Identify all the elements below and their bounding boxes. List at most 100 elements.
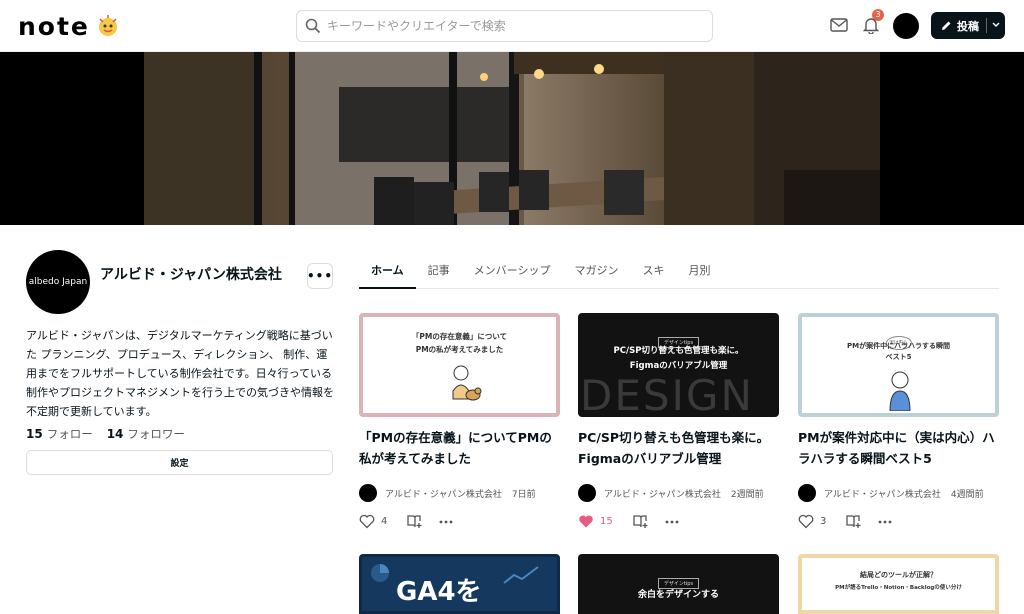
author-avatar[interactable] [798,484,816,502]
author-name[interactable]: アルビド・ジャパン株式会社 [604,487,721,500]
article-thumbnail[interactable]: 結局どのツールが正解？ PMが語るTrello・Notion・Backlogの使… [798,554,999,614]
add-to-magazine-button[interactable] [633,514,649,529]
article-card[interactable]: GA4を [359,554,560,614]
add-to-magazine-button[interactable] [846,514,862,529]
thumbnail-design-word: DESIGN [580,371,754,417]
heart-filled-icon [579,515,593,528]
like-count: 15 [600,516,613,527]
article-title[interactable]: 「PMの存在意義」についてPMの私が考えてみました [359,427,560,469]
follow-count[interactable]: 15 [26,427,43,441]
article-thumbnail[interactable]: デザインtips PC/SP切り替えも色管理も楽に。 Figmaのバリアブル管理… [578,313,779,417]
article-thumbnail[interactable]: 「PMの存在意義」について PMの私が考えてみました [359,313,560,417]
follower-label[interactable]: フォロワー [127,426,185,442]
trend-line-icon [503,566,539,584]
header-banner [0,52,1024,225]
article-meta: アルビド・ジャパン株式会社 2週間前 [578,484,779,502]
article-title[interactable]: PMが案件対応中に（実は内心）ハラハラする瞬間ベスト5 [798,427,999,469]
magazine-add-icon [846,515,861,528]
article-card[interactable]: デザインtips PC/SP切り替えも色管理も楽に。 Figmaのバリアブル管理… [578,313,779,529]
article-thumbnail[interactable]: デザインtips 余白をデザインする [578,554,779,614]
article-actions: 3 [798,514,999,529]
article-meta: アルビド・ジャパン株式会社 4週間前 [798,484,999,502]
more-options-button[interactable] [665,520,679,524]
more-dots-icon [439,520,453,523]
follower-count[interactable]: 14 [107,427,124,441]
profile-avatar-text: albedo Japan [28,277,88,287]
mail-button[interactable] [828,14,850,36]
tab-magazine[interactable]: マガジン [562,258,630,289]
more-dots-icon: ••• [307,269,334,283]
article-actions: 4 [359,514,560,529]
thumbnail-text-2: PMの私が考えてみました [415,345,504,354]
author-avatar[interactable] [359,484,377,502]
follow-label[interactable]: フォロー [47,426,93,442]
heart-icon [359,514,375,529]
office-meeting-room-photo [144,52,880,225]
article-title[interactable]: PC/SP切り替えも色管理も楽に。Figmaのバリアブル管理 [578,427,779,469]
thumbnail-text-2: PMが語るTrello・Notion・Backlogの使い分け [835,585,962,591]
article-card[interactable]: 結局どのツールが正解？ PMが語るTrello・Notion・Backlogの使… [798,554,999,614]
notification-button[interactable]: 3 [860,9,884,36]
follow-stats: 15 フォロー 14 フォロワー [26,426,195,442]
article-thumbnail[interactable]: 実は内心 PMが案件中にハラハラする瞬間 ベスト5 [798,313,999,417]
person-with-dog-illustration [452,365,482,401]
thumbnail-text-2: ベスト5 [885,353,912,361]
author-name[interactable]: アルビド・ジャパン株式会社 [385,487,502,500]
tab-monthly[interactable]: 月別 [676,258,722,289]
article-thumbnail[interactable]: GA4を [359,554,560,614]
article-actions: 15 [578,514,779,529]
heart-icon [798,514,814,529]
article-card[interactable]: 実は内心 PMが案件中にハラハラする瞬間 ベスト5 PMが案件対応中に（実は内心… [798,313,999,529]
article-date: 7日前 [511,489,536,500]
settings-button[interactable]: 設定 [26,450,333,475]
worried-person-illustration [889,371,911,411]
more-options-button[interactable] [439,520,453,524]
profile-avatar: albedo Japan [26,250,90,314]
search-box[interactable] [296,10,713,42]
profile-bio: アルビド・ジャパンは、デジタルマーケティング戦略に基づいた プランニング、プロデ… [26,329,334,418]
thumbnail-text-2: Figmaのバリアブル管理 [629,361,728,371]
like-button[interactable]: 3 [798,514,846,529]
tab-membership[interactable]: メンバーシップ [462,258,563,289]
like-button[interactable]: 4 [359,514,407,529]
profile-name: アルビド・ジャパン株式会社 [100,267,282,283]
note-logo[interactable]: note [18,10,138,42]
logo-text: note [18,11,90,41]
tab-articles[interactable]: 記事 [416,258,462,289]
user-avatar[interactable] [893,13,919,39]
search-icon [305,18,321,34]
article-date: 2週間前 [730,489,764,500]
article-card[interactable]: 「PMの存在意義」について PMの私が考えてみました 「PMの存在意義」について… [359,313,560,529]
thumbnail-text-1: PMが案件中にハラハラする瞬間 [846,342,951,350]
tab-home[interactable]: ホーム [359,258,416,289]
profile-more-button[interactable]: ••• [307,263,333,289]
post-button-divider [986,18,987,33]
site-header: note 3 投稿 [0,0,1024,52]
thumbnail-text-1: 余白をデザインする [637,590,719,600]
tab-likes[interactable]: スキ [630,258,676,289]
thumbnail-text-1: PC/SP切り替えも色管理も楽に。 [613,346,744,356]
more-dots-icon [878,520,892,523]
more-options-button[interactable] [878,520,892,524]
notification-count-badge: 3 [872,9,884,21]
like-count: 3 [820,516,827,527]
magazine-add-icon [407,515,422,528]
article-card[interactable]: デザインtips 余白をデザインする [578,554,779,614]
add-to-magazine-button[interactable] [407,514,423,529]
post-button-label: 投稿 [957,19,979,33]
post-button[interactable]: 投稿 [931,12,1005,39]
mail-icon [830,18,848,32]
magazine-add-icon [633,515,648,528]
profile-tabs: ホーム 記事 メンバーシップ マガジン スキ 月別 [359,258,999,289]
logo-badge-icon [98,15,117,36]
author-avatar[interactable] [578,484,596,502]
author-name[interactable]: アルビド・ジャパン株式会社 [824,487,941,500]
chevron-down-icon[interactable] [991,16,1001,34]
like-button[interactable]: 15 [578,514,633,529]
article-date: 4週間前 [950,489,984,500]
thumbnail-text-1: 「PMの存在意義」について [411,332,508,341]
like-count: 4 [381,516,388,527]
search-input[interactable] [327,19,712,33]
pencil-icon [942,21,951,30]
article-meta: アルビド・ジャパン株式会社 7日前 [359,484,560,502]
